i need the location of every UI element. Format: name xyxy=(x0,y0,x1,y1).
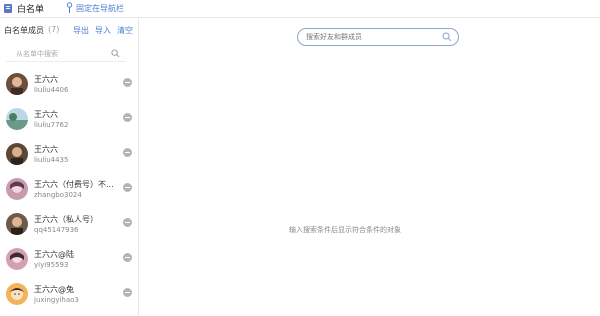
remove-icon[interactable] xyxy=(123,113,132,122)
list-item[interactable]: 王六六@兔 juxingyihao3 xyxy=(0,279,138,314)
avatar xyxy=(6,73,28,95)
friend-search xyxy=(297,28,459,46)
member-id: zhangbo3024 xyxy=(34,191,82,199)
member-name: 王六六@陆 xyxy=(34,250,74,259)
member-id: liuliu4406 xyxy=(34,86,69,94)
list-item[interactable]: 王六六 liuliu4406 xyxy=(0,69,138,104)
top-bar: 白名单 固定在导航栏 xyxy=(0,0,600,18)
avatar xyxy=(6,178,28,200)
list-search-input[interactable] xyxy=(16,48,111,60)
whitelist-icon xyxy=(4,4,12,13)
member-name: 王六六 xyxy=(34,75,58,84)
member-id: yiyi95593 xyxy=(34,261,69,269)
sidebar-header: 白名单成员 (7) 导出 导入 清空 xyxy=(0,18,138,42)
list-item[interactable]: 王六六（私人号） qq45147936 xyxy=(0,209,138,244)
avatar xyxy=(6,143,28,165)
avatar xyxy=(6,108,28,130)
import-button[interactable]: 导入 xyxy=(95,25,111,36)
remove-icon[interactable] xyxy=(123,253,132,262)
list-item[interactable]: 王六六@陆 yiyi95593 xyxy=(0,244,138,279)
avatar xyxy=(6,213,28,235)
member-name: 王六六（私人号） xyxy=(34,215,98,224)
friend-search-input[interactable] xyxy=(306,31,436,43)
avatar xyxy=(6,248,28,270)
avatar xyxy=(6,283,28,305)
remove-icon[interactable] xyxy=(123,183,132,192)
list-search xyxy=(6,48,126,62)
search-icon[interactable] xyxy=(111,49,120,58)
list-item[interactable]: 王六六 liuliu4435 xyxy=(0,139,138,174)
search-icon[interactable] xyxy=(442,32,452,42)
remove-icon[interactable] xyxy=(123,218,132,227)
list-item[interactable]: 王六六（付费号）不... zhangbo3024 xyxy=(0,174,138,209)
member-count: (7) xyxy=(48,25,60,34)
clear-button[interactable]: 清空 xyxy=(117,25,133,36)
member-name: 王六六（付费号）不... xyxy=(34,180,114,189)
member-name: 王六六 xyxy=(34,110,58,119)
remove-icon[interactable] xyxy=(123,288,132,297)
members-label: 白名单成员 xyxy=(4,26,44,35)
empty-state-message: 输入搜索条件后显示符合条件的对象 xyxy=(289,226,401,234)
list-item[interactable]: 王六六 liuliu7762 xyxy=(0,104,138,139)
remove-icon[interactable] xyxy=(123,78,132,87)
member-id: qq45147936 xyxy=(34,226,79,234)
member-name: 王六六@兔 xyxy=(34,285,74,294)
export-button[interactable]: 导出 xyxy=(73,25,89,36)
member-id: juxingyihao3 xyxy=(34,296,79,304)
remove-icon[interactable] xyxy=(123,148,132,157)
member-id: liuliu4435 xyxy=(34,156,69,164)
pin-to-nav-link[interactable]: 固定在导航栏 xyxy=(76,3,124,14)
page-title: 白名单 xyxy=(17,5,45,15)
member-id: liuliu7762 xyxy=(34,121,69,129)
pin-icon[interactable] xyxy=(66,2,73,14)
member-name: 王六六 xyxy=(34,145,58,154)
member-list: 王六六 liuliu4406 王六六 liuliu7762 王六六 liuliu… xyxy=(0,69,138,314)
whitelist-sidebar: 白名单成员 (7) 导出 导入 清空 王六六 liuliu4406 xyxy=(0,18,139,316)
